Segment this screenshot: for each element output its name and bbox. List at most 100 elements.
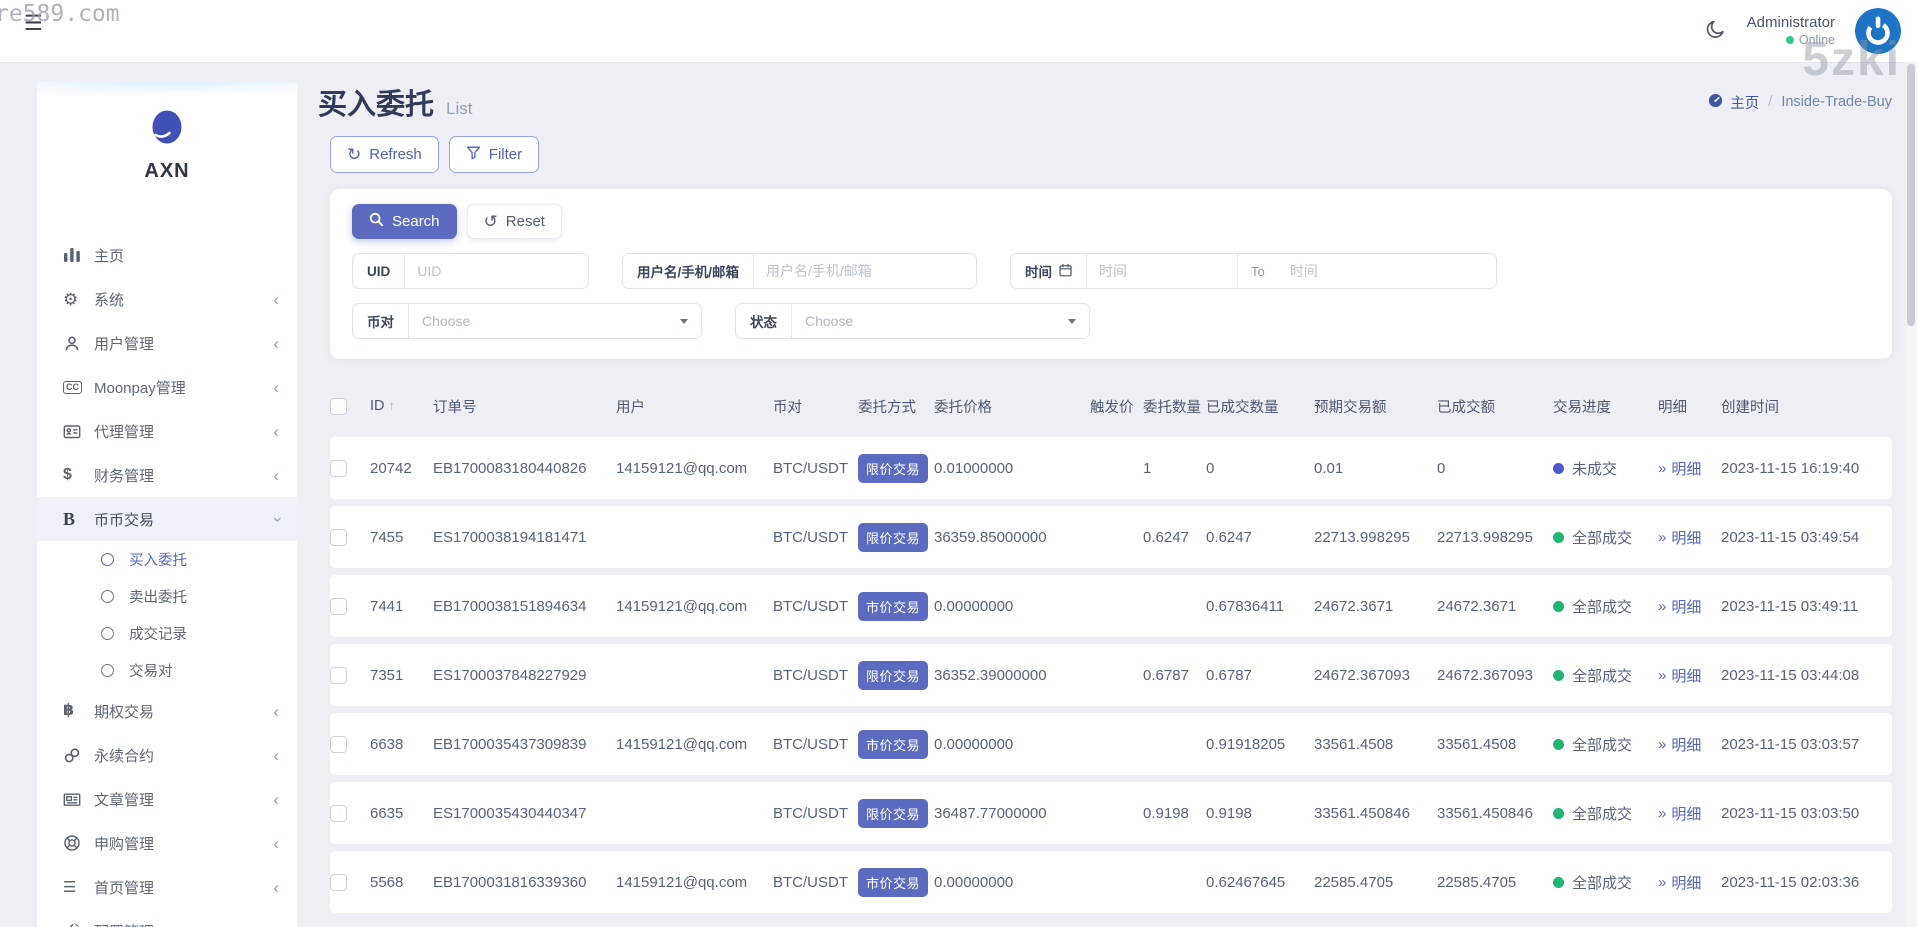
sidebar-item-agents[interactable]: 代理管理 ‹ [37,409,297,453]
letter-b-icon: B [63,509,76,529]
cell-order-no: EB1700031816339360 [433,873,587,891]
sidebar-item-label: 首页管理 [94,879,155,897]
detail-link[interactable]: » 明细 [1658,872,1701,893]
cell-expected-turnover: 33561.450846 [1314,804,1410,822]
detail-link[interactable]: » 明细 [1658,803,1701,824]
row-checkbox[interactable] [330,597,347,615]
sidebar-item-spot-trade[interactable]: B 币币交易 ‹ [37,497,297,541]
sidebar-item-config[interactable]: 配置管理 ‹ [37,909,297,927]
chevron-left-icon: ‹ [273,745,279,765]
newspaper-icon [63,791,94,808]
user-filter-input[interactable] [754,263,976,279]
status-dot-icon [1553,531,1564,543]
sidebar-item-articles[interactable]: 文章管理 ‹ [37,777,297,821]
cell-id: 6638 [370,735,404,753]
status-select[interactable]: Choose [792,313,1089,329]
search-button[interactable]: Search [352,204,457,239]
sidebar-item-label: 财务管理 [94,467,155,485]
user-menu[interactable]: Administrator Online [1747,14,1835,48]
cell-id: 7455 [370,528,404,546]
table-row: 5568 EB1700031816339360 14159121@qq.com … [330,851,1892,913]
cell-created-time: 2023-11-15 16:19:40 [1721,459,1860,477]
row-checkbox[interactable] [330,528,347,546]
reset-button[interactable]: ↺ Reset [466,204,562,239]
sidebar-item-label: 配置管理 [94,921,154,927]
sidebar-item-system[interactable]: ⚙ 系统 ‹ [37,277,297,321]
breadcrumb-current: Inside-Trade-Buy [1781,94,1892,110]
row-checkbox[interactable] [330,459,347,477]
cell-created-time: 2023-11-15 02:03:36 [1721,873,1860,891]
cell-progress: 全部成交 [1553,596,1658,617]
circle-icon [101,627,114,640]
cell-expected-turnover: 24672.3671 [1314,597,1394,615]
sidebar-item-finance[interactable]: $ 财务管理 ‹ [37,453,297,497]
cell-order-no: ES1700035430440347 [433,804,587,822]
chevron-left-icon: ‹ [273,789,279,809]
sidebar-item-trade-pairs[interactable]: 交易对 [37,652,297,689]
cell-amount: 0.9198 [1143,804,1189,822]
status-label: 状态 [736,304,792,338]
time-from-input[interactable] [1087,263,1237,279]
cell-id: 20742 [370,459,412,477]
row-checkbox[interactable] [330,804,347,822]
detail-link[interactable]: » 明细 [1658,665,1701,686]
row-checkbox[interactable] [330,735,347,753]
status-dot-icon [1553,738,1564,750]
double-arrow-icon: » [1658,804,1667,822]
sidebar-item-label: 卖出委托 [129,590,187,606]
row-check-cell [330,873,370,891]
header-id[interactable]: ID ↑ [370,398,433,414]
table-row: 7455 ES1700038194181471 BTC/USDT 限价交易 36… [330,506,1892,568]
refresh-button[interactable]: ↻ Refresh [330,136,439,173]
detail-link[interactable]: » 明细 [1658,734,1701,755]
header-amount: 委托数量 [1143,399,1201,416]
cell-user: 14159121@qq.com [616,873,748,891]
time-to-input[interactable] [1277,263,1496,279]
cell-order-no: ES1700038194181471 [433,528,587,546]
table-row: 6635 ES1700035430440347 BTC/USDT 限价交易 36… [330,782,1892,844]
sidebar-item-perpetual[interactable]: 永续合约 ‹ [37,733,297,777]
sidebar-item-label: 期权交易 [94,703,155,721]
caret-down-icon [1068,318,1076,324]
select-all-checkbox[interactable] [330,397,347,415]
pair-select[interactable]: Choose [409,313,701,329]
dark-mode-toggle[interactable] [1705,18,1727,45]
table-row: 20742 EB1700083180440826 14159121@qq.com… [330,437,1892,499]
sidebar-item-users[interactable]: 用户管理 ‹ [37,321,297,365]
row-check-cell [330,666,370,684]
cell-price: 36487.77000000 [934,804,1047,822]
sidebar-item-moonpay[interactable]: CC Moonpay管理 ‹ [37,365,297,409]
sidebar-item-sell-orders[interactable]: 卖出委托 [37,578,297,615]
chevron-left-icon: ‹ [273,421,279,441]
header-mode: 委托方式 [858,399,916,416]
row-checkbox[interactable] [330,666,347,684]
cell-user: 14159121@qq.com [616,735,748,753]
logo[interactable]: AXN [37,82,297,183]
status-text: 全部成交 [1572,667,1633,685]
cell-progress: 全部成交 [1553,872,1658,893]
sidebar-item-buy-orders[interactable]: 买入委托 [37,541,297,578]
scrollbar-thumb[interactable] [1907,64,1915,326]
detail-link[interactable]: » 明细 [1658,458,1701,479]
cell-turnover: 0 [1437,459,1446,477]
cell-created-time: 2023-11-15 03:49:54 [1721,528,1860,546]
sidebar-item-homepage[interactable]: ☰ 首页管理 ‹ [37,865,297,909]
filter-actions: Search ↺ Reset [352,204,1870,239]
cell-turnover: 22585.4705 [1437,873,1517,891]
sidebar-item-options-trade[interactable]: ฿ 期权交易 ‹ [37,689,297,733]
filter-button[interactable]: Filter [448,136,540,173]
breadcrumb-home[interactable]: 主页 [1708,92,1759,113]
detail-link[interactable]: » 明细 [1658,527,1701,548]
sidebar-item-trade-records[interactable]: 成交记录 [37,615,297,652]
avatar[interactable] [1855,8,1901,54]
sidebar-item-home[interactable]: 主页 [37,233,297,277]
uid-input[interactable] [405,263,588,279]
user-status-label: Online [1798,32,1835,47]
hamburger-menu-icon[interactable]: ☰ [24,13,43,34]
detail-link[interactable]: » 明细 [1658,596,1701,617]
row-checkbox[interactable] [330,873,347,891]
page-scrollbar[interactable] [1905,62,1917,927]
circle-icon [101,590,114,603]
user-status: Online [1747,33,1835,49]
sidebar-item-subscription[interactable]: 申购管理 ‹ [37,821,297,865]
